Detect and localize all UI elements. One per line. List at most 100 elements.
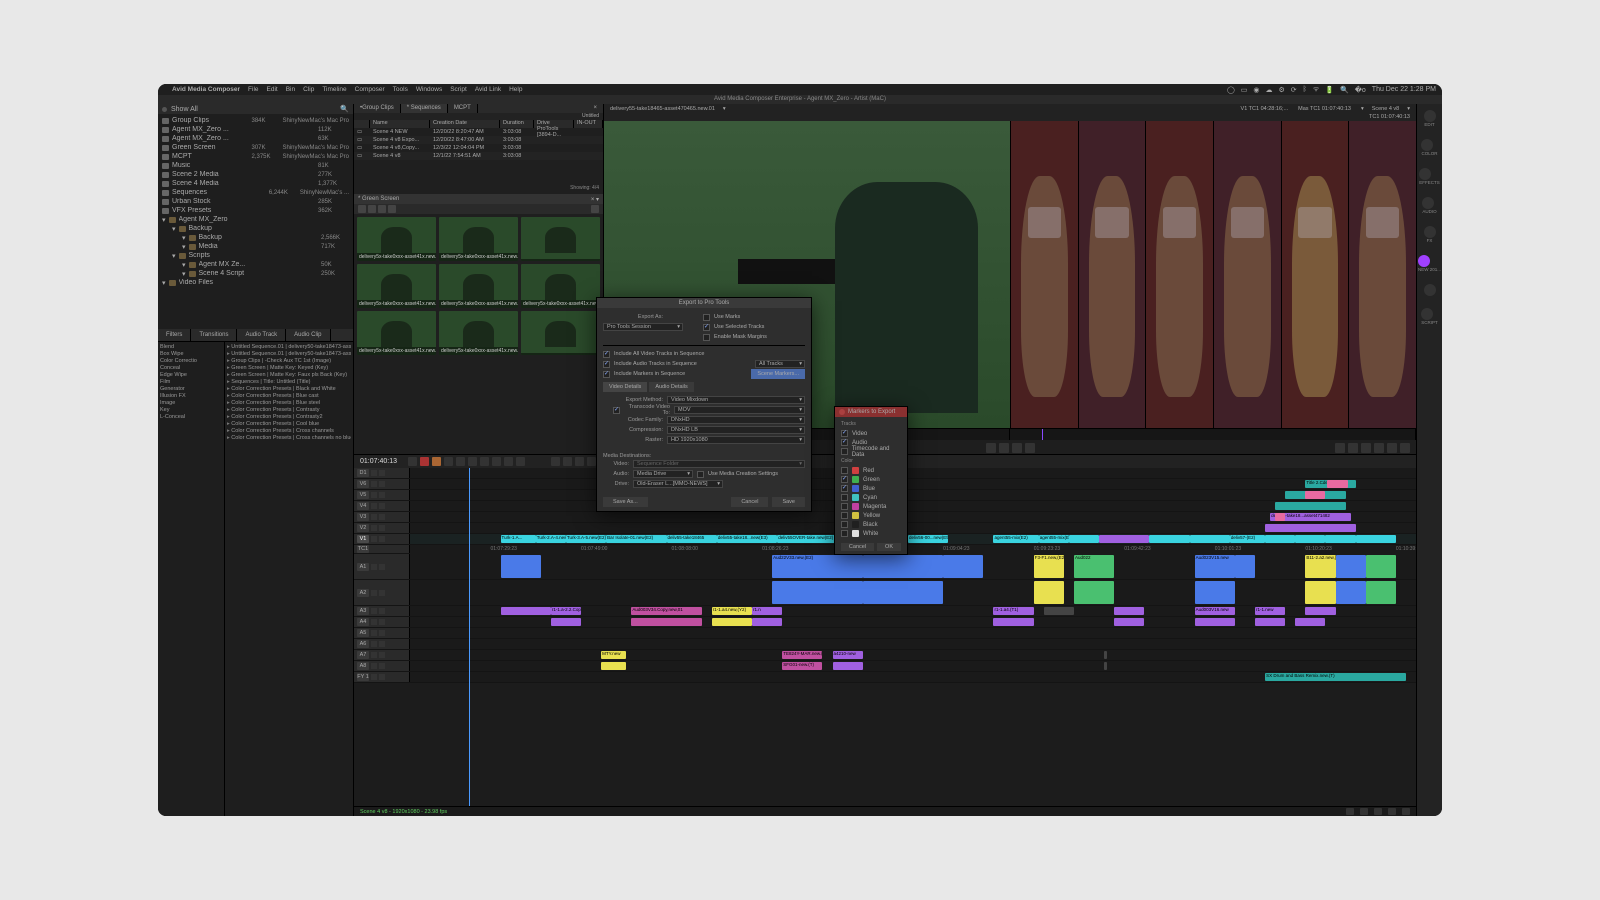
record-seq-name[interactable]: Scene 4 v8 [1372,106,1400,112]
timeline-clip[interactable]: Aud022 [1074,555,1114,578]
timeline-clip[interactable]: SX Drum and Bass Remix.new.(T) [1265,673,1406,681]
ok-button[interactable]: OK [877,543,901,551]
timeline-clip[interactable] [1195,618,1235,626]
fx-category[interactable]: Conceal [160,365,222,372]
export-method-select[interactable]: Video Mixdown [667,396,805,404]
clock[interactable]: Thu Dec 22 1:28 PM [1372,86,1436,93]
timeline-clip[interactable] [601,662,626,670]
tab-audio-details[interactable]: Audio Details [649,382,693,392]
timeline-clip[interactable]: r1-1.a4.new,(Y2) [712,607,752,615]
bin-row[interactable]: ▭Scene 4 v8,Copy...12/3/22 12:04:04 PM3:… [354,144,603,152]
timeline-clip[interactable] [1255,618,1285,626]
save-button[interactable]: Save [772,497,805,507]
color-checkbox[interactable] [841,485,848,492]
view-btn[interactable] [358,205,366,213]
status-btn[interactable] [1374,808,1382,815]
menu-timeline[interactable]: Timeline [322,86,346,93]
fx-category[interactable]: Edge Wipe [160,372,222,379]
clip-thumbnail[interactable] [521,217,600,261]
col-name[interactable]: Name [370,120,430,128]
fx-category[interactable]: Generator [160,386,222,393]
project-folder[interactable]: ▾Agent MX Ze...50K [158,260,353,269]
fx-preset[interactable]: Color Correction Presets | Cool blue [227,421,351,428]
timeline-clip[interactable]: deliv57-(E2) [1230,535,1265,543]
project-bin[interactable]: VFX Presets362K [158,206,353,215]
timeline-clip[interactable] [1275,502,1345,510]
timeline-clip[interactable]: Turk-1.A... [501,535,536,543]
timeline-clip[interactable]: r1-1.new [1255,607,1285,615]
timeline-clip[interactable]: Aud003V34.Copy,new,01 [631,607,701,615]
bin-row[interactable]: ▭Scene 4 v812/1/22 7:54:51 AM3:03:08 [354,152,603,160]
include-markers-checkbox[interactable] [603,371,610,378]
project-bin[interactable]: Group Clips384KShinyNewMac's Mac Pro [158,116,353,125]
timeline-clip[interactable] [1305,491,1325,499]
status-btn[interactable] [1388,808,1396,815]
close-icon[interactable] [162,107,167,112]
use-selected-checkbox[interactable] [703,324,710,331]
workspace-tab[interactable] [1424,284,1436,296]
cancel-button[interactable]: Cancel [731,497,768,507]
fx-preset[interactable]: Color Correction Presets | Black and Whi… [227,386,351,393]
include-video-checkbox[interactable] [603,351,610,358]
tl-tool[interactable] [516,457,525,466]
timeline-clip[interactable] [1327,480,1347,488]
timeline-clip[interactable]: deliv55-take18465 [667,535,717,543]
timeline-clip[interactable] [1235,555,1255,578]
status-icon[interactable]: ◯ [1227,86,1235,94]
timeline-clip[interactable] [1104,662,1107,670]
wifi-icon[interactable]: ᯤ [1313,85,1319,94]
tl-tool[interactable] [563,457,572,466]
close-icon[interactable]: × [587,104,603,113]
timeline-clip[interactable]: a4210-new [833,651,863,659]
project-bin[interactable]: Agent MX_Zero ...112K [158,125,353,134]
timeline-clip[interactable]: F3-F1.new,(E2) [1034,555,1064,578]
clip-thumbnail[interactable]: delivery5x-take0xxx-asset41x.new.0 [439,217,518,261]
fx-preset[interactable]: Color Correction Presets | Blue steel [227,400,351,407]
color-checkbox[interactable] [841,530,848,537]
timeline-clip[interactable]: Aud22V33.new,(E2) [772,555,863,578]
timeline-clip[interactable]: SFG01-new.(T) [782,662,822,670]
fx-category[interactable]: Key [160,407,222,414]
fx-category[interactable]: L-Conceal [160,414,222,421]
tl-tool[interactable] [480,457,489,466]
track-checkbox[interactable] [841,448,848,455]
timeline-track[interactable]: A7MTY.newTE824Y-MAR.new.(T)a4210-new [354,650,1416,661]
timeline-track[interactable]: A5 [354,628,1416,639]
clip-thumbnail[interactable]: delivery5x-take0xxx-asset41x.new.0 [357,217,436,261]
tl-tool[interactable] [420,457,429,466]
timeline-track[interactable]: A6 [354,639,1416,650]
bin-tab[interactable]: •Group Clips [354,104,401,113]
video-dest-select[interactable]: Sequence Folder [633,460,805,468]
project-bin[interactable]: MCPT2,375KShinyNewMac's Mac Pro [158,152,353,161]
timeline-clip[interactable] [752,618,782,626]
fx-preset[interactable]: Group Clips | -Check Aux TC 1st (Image) [227,358,351,365]
project-folder[interactable]: ▾Media717K [158,242,353,251]
project-bin[interactable]: Music81K [158,161,353,170]
tl-tool[interactable] [432,457,441,466]
workspace-tab[interactable] [1418,255,1430,267]
project-bin[interactable]: Sequences6,244KShinyNewMac's ... [158,188,353,197]
color-checkbox[interactable] [841,521,848,528]
transport-btn[interactable] [1348,443,1358,453]
clip-thumbnail[interactable]: delivery5x-take0xxx-asset41x.new.0 [521,264,600,308]
col-date[interactable]: Creation Date [430,120,500,128]
timeline-clip[interactable] [1295,618,1325,626]
enable-mask-checkbox[interactable] [703,334,710,341]
timeline-clip[interactable] [1325,535,1355,543]
color-checkbox[interactable] [841,512,848,519]
timeline-clip[interactable] [1190,535,1230,543]
play-btn[interactable] [986,443,996,453]
use-media-creation-checkbox[interactable] [697,471,704,478]
fx-category[interactable]: Image [160,400,222,407]
col-inout[interactable]: IN-OUT [574,120,603,128]
transport-btn[interactable] [1387,443,1397,453]
save-as-button[interactable]: Save As... [603,497,648,507]
color-checkbox[interactable] [841,476,848,483]
timeline-clip[interactable] [1099,535,1149,543]
workspace-tab[interactable] [1421,139,1433,151]
menu-script[interactable]: Script [450,86,467,93]
timeline-clip[interactable] [772,581,863,604]
fx-category[interactable]: Box Wipe [160,351,222,358]
track-checkbox[interactable] [841,439,848,446]
fx-preset[interactable]: Color Correction Presets | Cross channel… [227,428,351,435]
